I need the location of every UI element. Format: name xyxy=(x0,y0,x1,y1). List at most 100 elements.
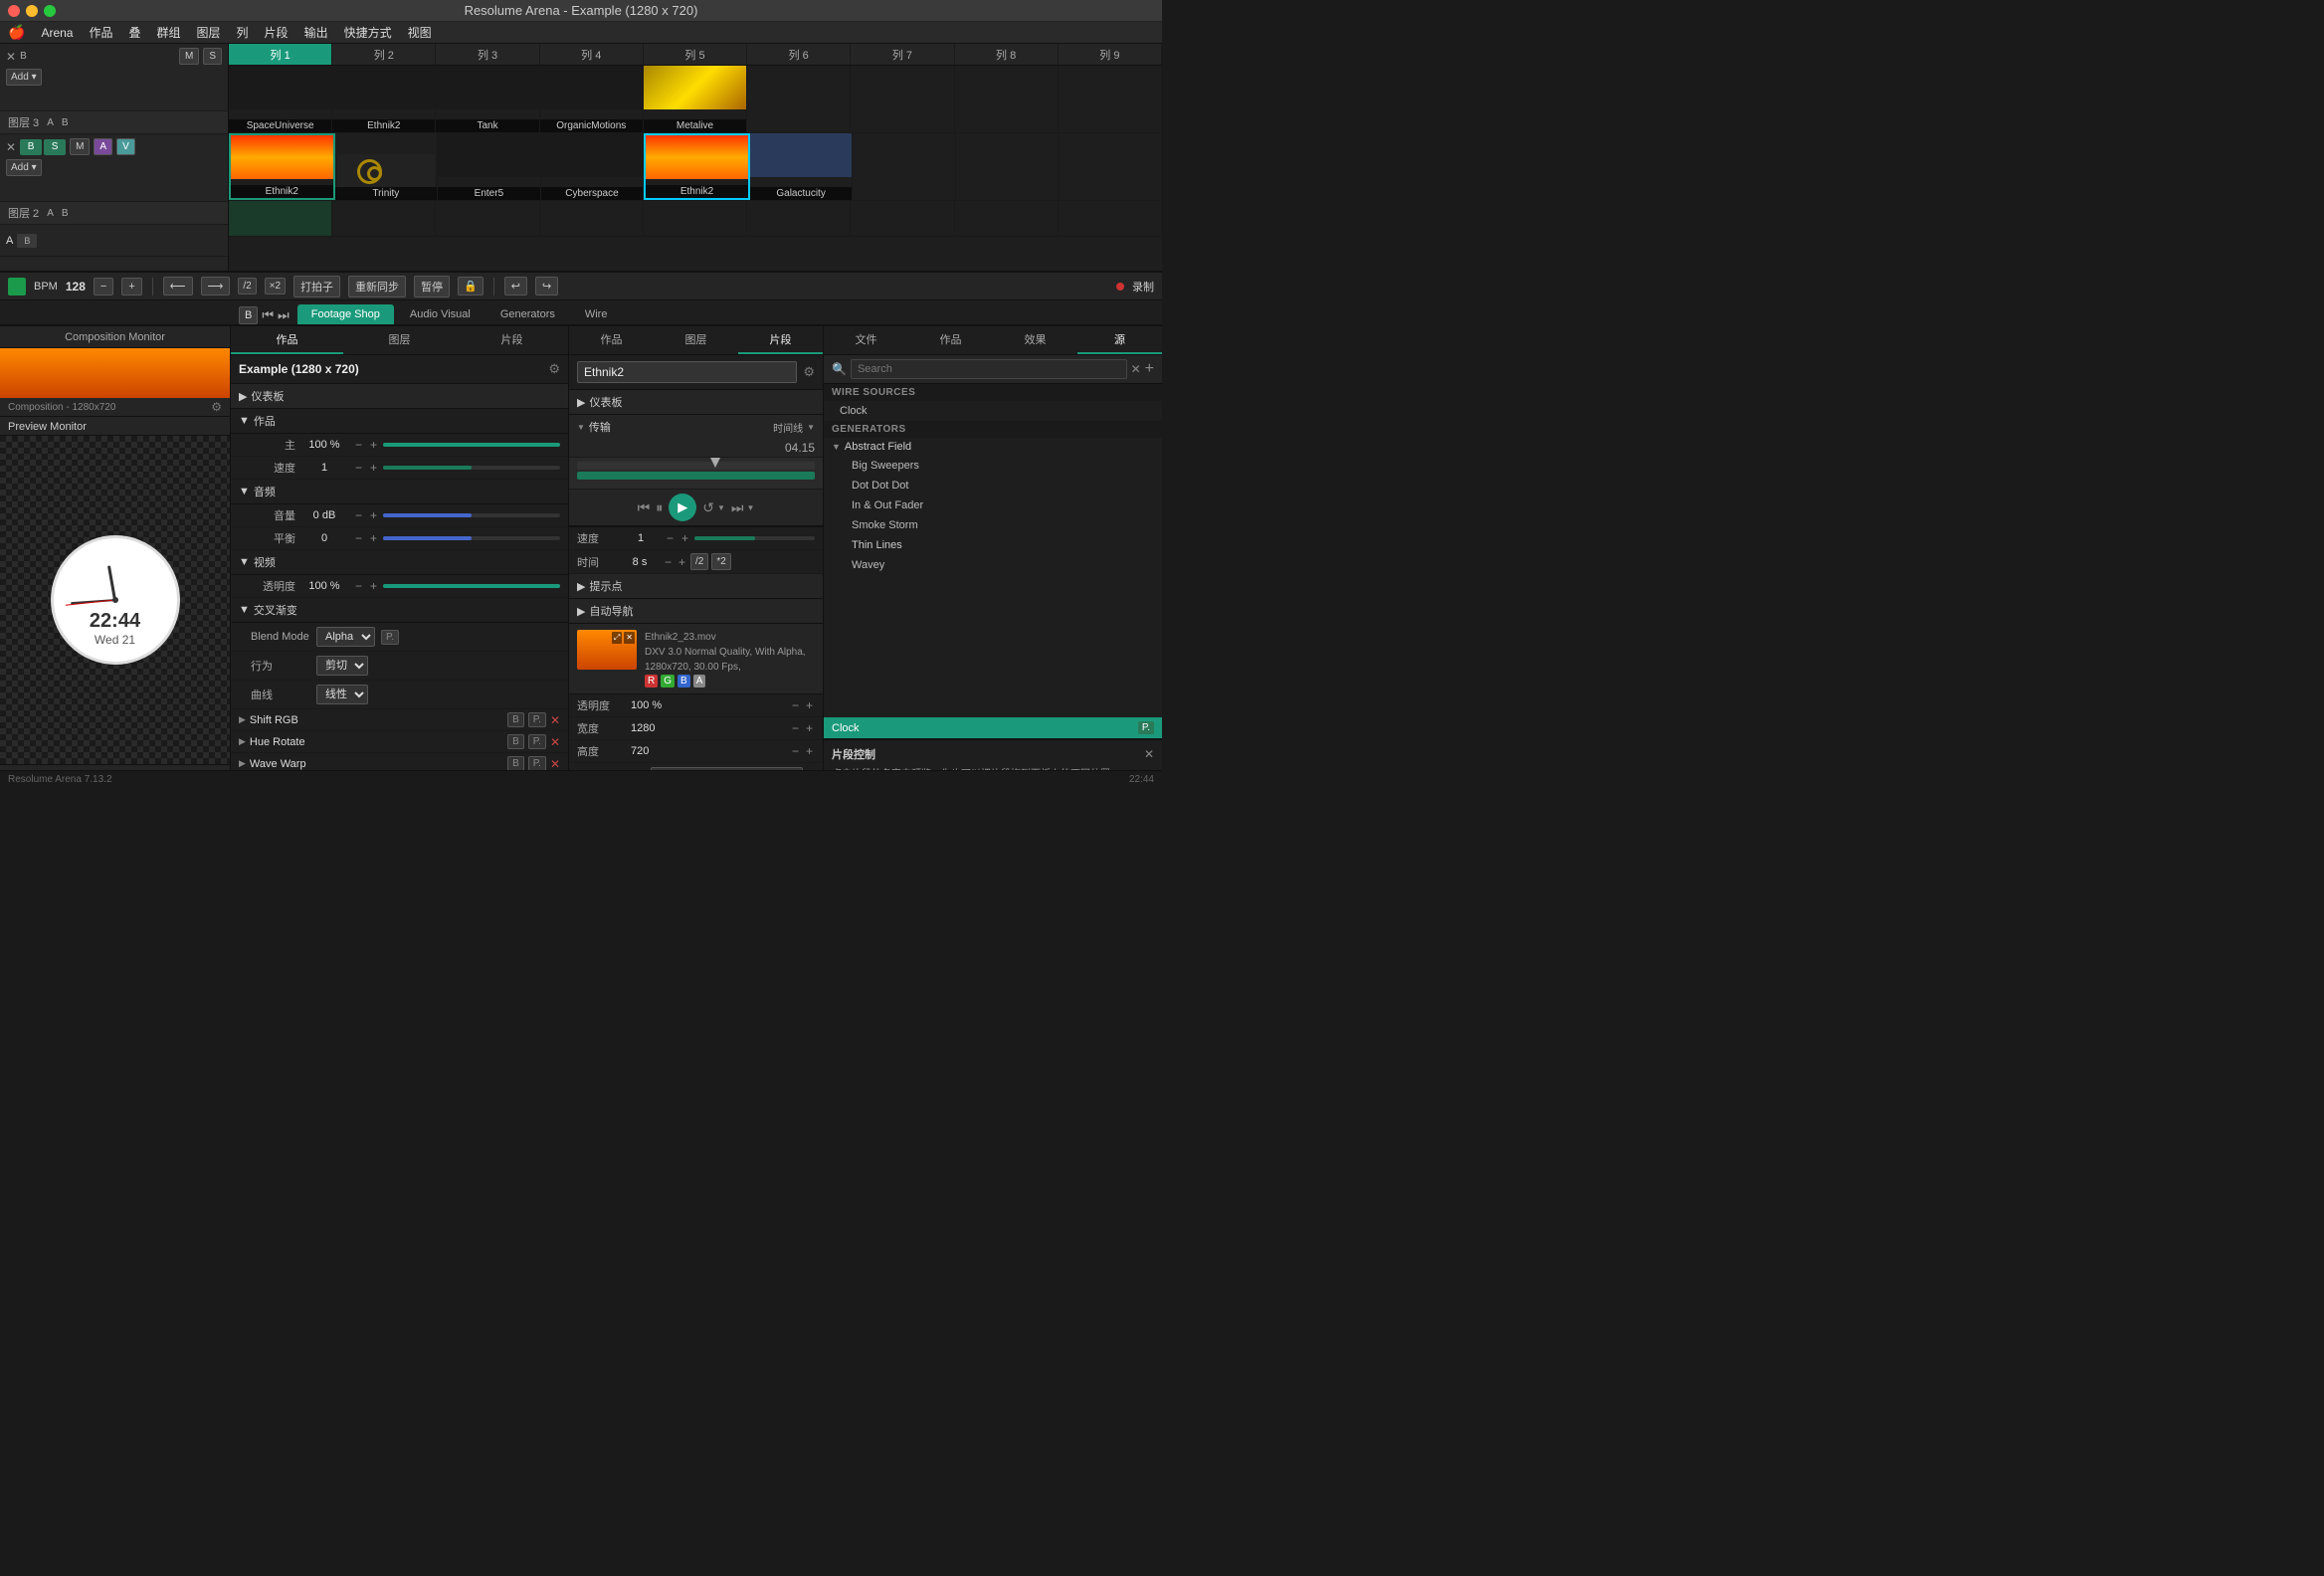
clip-speed-plus[interactable]: + xyxy=(679,531,690,545)
add-source-btn[interactable]: + xyxy=(1145,360,1154,378)
volume-minus[interactable]: − xyxy=(353,508,364,522)
search-clear[interactable]: ✕ xyxy=(1131,362,1141,376)
clip-speed-minus[interactable]: − xyxy=(665,531,676,545)
balance-slider[interactable] xyxy=(383,536,560,540)
col-header-9[interactable]: 列 9 xyxy=(1059,44,1162,65)
layer2-m[interactable]: M xyxy=(70,138,90,155)
panel-tab-composition[interactable]: 作品 xyxy=(231,326,343,354)
opacity-slider[interactable] xyxy=(383,584,560,588)
master-plus[interactable]: + xyxy=(368,438,379,452)
menu-composition[interactable]: 作品 xyxy=(89,24,112,41)
clip-r1-c2[interactable]: Ethnik2 xyxy=(332,66,436,132)
col-header-7[interactable]: 列 7 xyxy=(851,44,954,65)
clip-r1-c7[interactable] xyxy=(851,66,954,132)
b-btn[interactable]: B xyxy=(239,306,258,324)
rewind-btn[interactable]: ⟵ xyxy=(163,277,193,296)
menu-column[interactable]: 列 xyxy=(237,24,249,41)
shift-rgb-p[interactable]: P. xyxy=(528,712,546,727)
clip-r2-c3[interactable]: Enter5 xyxy=(438,133,541,200)
clip-time-half[interactable]: /2 xyxy=(690,553,708,570)
layer2-a[interactable]: A xyxy=(94,138,112,155)
hue-rotate-b[interactable]: B xyxy=(507,734,524,749)
media-expand-btn[interactable]: ⤢ xyxy=(612,632,622,644)
bpm-plus[interactable]: + xyxy=(121,278,141,296)
col-header-1[interactable]: 列 1 xyxy=(229,44,332,65)
clip-control-close[interactable]: ✕ xyxy=(1144,747,1154,761)
opacity-minus-2[interactable]: − xyxy=(790,698,801,712)
audio-section[interactable]: ▼ 音频 xyxy=(231,480,568,504)
clip-r1-c5[interactable]: Metalive xyxy=(644,66,747,132)
clip-loop[interactable]: ↺ xyxy=(702,499,714,516)
big-sweepers-item[interactable]: Big Sweepers xyxy=(824,456,1162,476)
menu-arena[interactable]: Arena xyxy=(41,26,73,40)
clip-r3-c2[interactable] xyxy=(332,201,436,236)
undo-btn[interactable]: ↩ xyxy=(504,277,527,296)
volume-plus[interactable]: + xyxy=(368,508,379,522)
layer3-s-btn[interactable]: S xyxy=(203,48,222,65)
balance-plus[interactable]: + xyxy=(368,531,379,545)
forward-btn[interactable]: ⟶ xyxy=(201,277,231,296)
menu-clip[interactable]: 片段 xyxy=(265,24,289,41)
clip-r3-c4[interactable] xyxy=(540,201,644,236)
clip-next[interactable]: ⏭ xyxy=(731,499,744,516)
clip-r3-c7[interactable] xyxy=(851,201,954,236)
apple-menu[interactable]: 🍎 xyxy=(8,24,25,41)
volume-slider[interactable] xyxy=(383,513,560,517)
clip-panel-tab-comp[interactable]: 作品 xyxy=(569,326,654,354)
layer-a-btn[interactable]: B xyxy=(17,234,37,248)
tab-generators[interactable]: Generators xyxy=(486,304,569,324)
comp-gear[interactable]: ⚙ xyxy=(548,361,560,377)
tap-btn[interactable]: 打拍子 xyxy=(293,276,340,297)
clip-time-minus[interactable]: − xyxy=(663,555,674,569)
dot-dot-dot-item[interactable]: Dot Dot Dot xyxy=(824,476,1162,495)
shift-rgb-b[interactable]: B xyxy=(507,712,524,727)
in-out-fader-item[interactable]: In & Out Fader xyxy=(824,495,1162,515)
clip-r2-c1[interactable]: Ethnik2 xyxy=(229,133,335,200)
menu-view[interactable]: 视图 xyxy=(408,24,432,41)
prev-btn[interactable]: ⏮ xyxy=(262,307,274,323)
menu-shortcuts[interactable]: 快捷方式 xyxy=(344,24,392,41)
shift-rgb-x[interactable]: ✕ xyxy=(550,713,560,727)
clip-r1-c1[interactable]: SpaceUniverse xyxy=(229,66,332,132)
dashboard-section[interactable]: ▶ 仪表板 xyxy=(231,384,568,409)
clip-r3-c5[interactable] xyxy=(644,201,747,236)
sources-tab-file[interactable]: 文件 xyxy=(824,326,908,354)
clip-settings-gear[interactable]: ⚙ xyxy=(803,364,815,380)
half-btn[interactable]: /2 xyxy=(238,278,256,295)
clip-r1-c6[interactable] xyxy=(747,66,851,132)
tab-wire[interactable]: Wire xyxy=(571,304,622,324)
clip-r2-c7[interactable] xyxy=(853,133,956,200)
layer2-b[interactable]: B xyxy=(20,139,42,155)
search-input[interactable] xyxy=(851,359,1127,379)
media-close-btn[interactable]: ✕ xyxy=(624,632,635,644)
maximize-button[interactable] xyxy=(44,5,56,17)
clip-name-input[interactable] xyxy=(577,361,797,383)
menu-output[interactable]: 输出 xyxy=(304,24,328,41)
clip-r1-c3[interactable]: Tank xyxy=(436,66,539,132)
source-p-btn[interactable]: P. xyxy=(1138,721,1154,734)
col-header-4[interactable]: 列 4 xyxy=(540,44,644,65)
clip-speed-slider[interactable] xyxy=(694,536,815,540)
wave-warp-p[interactable]: P. xyxy=(528,756,546,771)
blend-mode-select[interactable]: Alpha xyxy=(316,627,375,647)
col-header-2[interactable]: 列 2 xyxy=(332,44,436,65)
pause-btn[interactable]: 暂停 xyxy=(414,276,450,297)
clip-pause-btn[interactable]: ⏸ xyxy=(656,499,663,516)
clip-time-double[interactable]: *2 xyxy=(711,553,730,570)
height-plus[interactable]: + xyxy=(804,744,815,758)
clip-r2-c4[interactable]: Cyberspace xyxy=(541,133,645,200)
window-controls[interactable] xyxy=(8,5,56,17)
panel-tab-clip[interactable]: 片段 xyxy=(456,326,568,354)
layer2-v[interactable]: V xyxy=(116,138,135,155)
wave-warp-b[interactable]: B xyxy=(507,756,524,771)
balance-minus[interactable]: − xyxy=(353,531,364,545)
clip-r2-c6[interactable]: Galactucity xyxy=(750,133,854,200)
clip-dashboard-section[interactable]: ▶ 仪表板 xyxy=(569,390,823,415)
clip-play-btn[interactable]: ▶ xyxy=(669,493,696,521)
wave-warp-expand[interactable]: ▶ xyxy=(239,758,246,769)
clip-time-plus[interactable]: + xyxy=(677,555,687,569)
col-header-8[interactable]: 列 8 xyxy=(955,44,1059,65)
width-plus[interactable]: + xyxy=(804,721,815,735)
panel-tab-layer[interactable]: 图层 xyxy=(343,326,456,354)
clip-panel-tab-layer[interactable]: 图层 xyxy=(654,326,738,354)
